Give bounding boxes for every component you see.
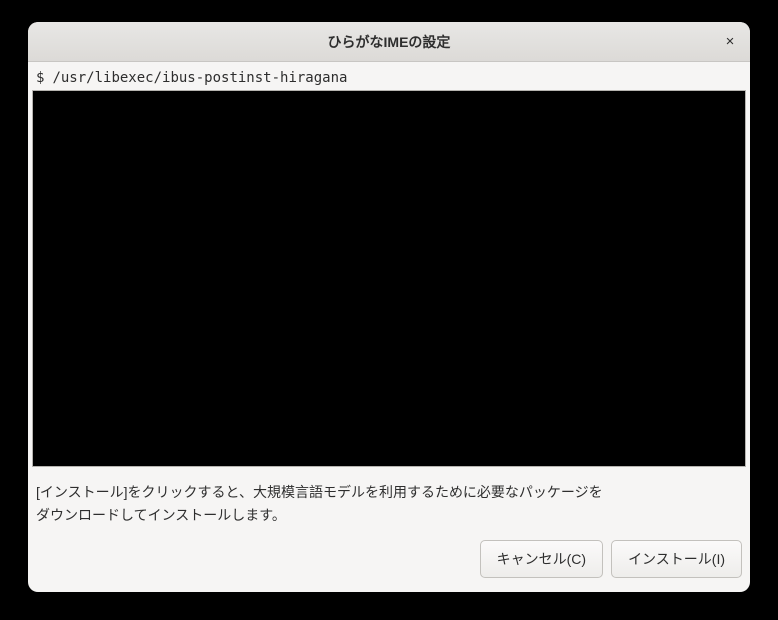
terminal-output[interactable] [32,90,746,467]
dialog-title: ひらがなIMEの設定 [328,32,451,52]
command-text: /usr/libexec/ibus-postinst-hiragana [52,70,347,86]
close-icon: × [726,33,735,50]
instruction-message: [インストール]をクリックすると、大規模言語モデルを利用するために必要なパッケー… [30,467,748,536]
install-button[interactable]: インストール(I) [611,540,742,578]
dialog-window: ひらがなIMEの設定 × $ /usr/libexec/ibus-postins… [28,22,750,592]
prompt-symbol: $ [36,70,44,86]
message-line-2: ダウンロードしてインストールします。 [36,504,742,526]
dialog-content: $ /usr/libexec/ibus-postinst-hiragana [イ… [28,62,750,592]
button-row: キャンセル(C) インストール(I) [30,536,748,582]
message-line-1: [インストール]をクリックすると、大規模言語モデルを利用するために必要なパッケー… [36,481,742,503]
titlebar: ひらがなIMEの設定 × [28,22,750,62]
cancel-button[interactable]: キャンセル(C) [480,540,603,578]
close-button[interactable]: × [718,30,742,54]
command-line: $ /usr/libexec/ibus-postinst-hiragana [30,64,748,90]
